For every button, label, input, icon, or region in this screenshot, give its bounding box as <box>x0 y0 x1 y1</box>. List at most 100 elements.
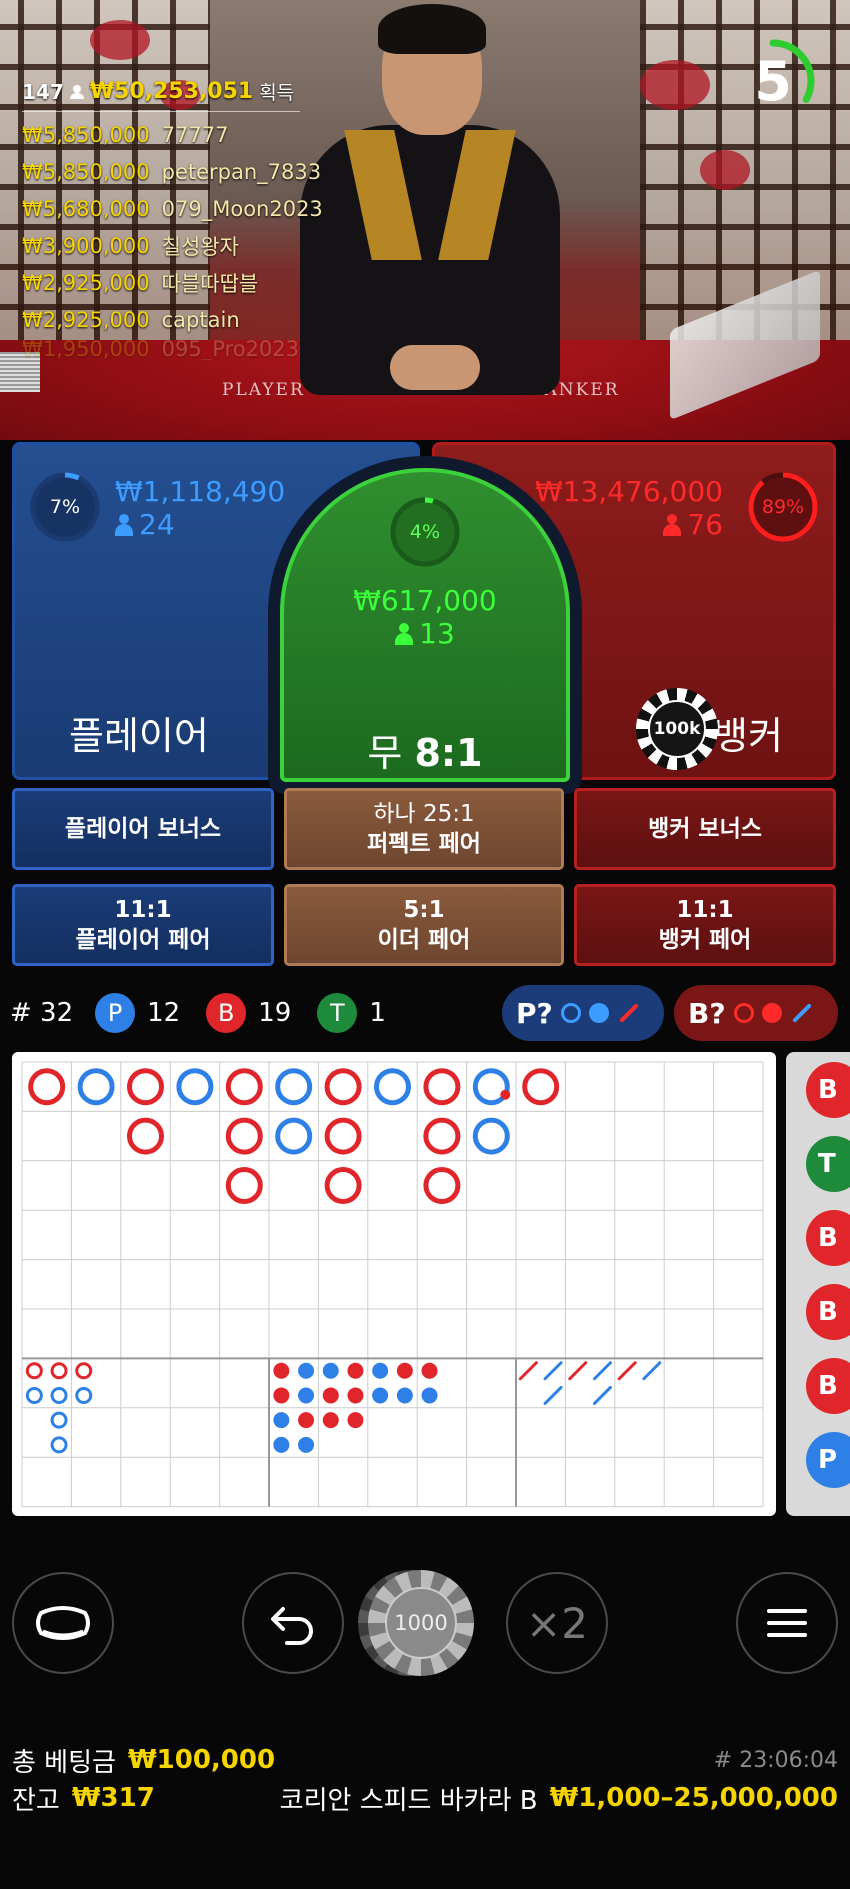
cockroach-mark <box>642 1361 662 1381</box>
blossom <box>90 20 150 60</box>
tie-dot: T <box>317 993 358 1033</box>
big-eye-boy-mark <box>25 1386 43 1404</box>
tie-amount: ₩617,000 <box>353 584 497 617</box>
winner-row: ₩3,900,000 칠성왕자 <box>22 227 323 264</box>
winner-name: 079_Moon2023 <box>161 196 323 221</box>
player-pair-odds: 11:1 <box>114 897 172 923</box>
tie-percent-ring: 4% <box>387 494 463 570</box>
cockroach-mark <box>617 1361 637 1381</box>
winner-name: captain <box>161 307 240 332</box>
small-road-mark <box>273 1362 290 1379</box>
footer-row-2: 잔고 ₩317 코리안 스피드 바카라 B ₩1,000–25,000,000 <box>12 1780 838 1816</box>
winner-name: 095_Pro2023 <box>161 338 299 360</box>
small-road-mark <box>298 1387 315 1404</box>
player-predict-label: P? <box>516 996 553 1030</box>
bet-limits: ₩1,000–25,000,000 <box>549 1783 838 1813</box>
placed-chip-value: 100k <box>648 700 706 758</box>
small-road-mark <box>396 1362 413 1379</box>
player-count: 24 <box>139 508 175 541</box>
player-wins: 12 <box>147 998 181 1028</box>
round-count: # 32 <box>10 998 74 1028</box>
winner-row: ₩5,680,000 079_Moon2023 <box>22 190 323 227</box>
perfect-pair-button[interactable]: 하나 25:1 퍼펙트 페어 <box>284 788 564 870</box>
banker-predict-label: B? <box>688 996 726 1030</box>
tie-bet-area[interactable]: 4% ₩617,000 13 무 8:1 <box>280 468 570 782</box>
total-won: ₩50,253,051 <box>89 79 254 104</box>
dot-icon <box>588 1003 609 1023</box>
banker-predict-button[interactable]: B? <box>674 985 838 1041</box>
slash-icon <box>618 1003 639 1023</box>
player-label: 플레이어 <box>69 714 209 758</box>
chip-selector[interactable]: 1000 <box>358 1570 488 1676</box>
table-view-button[interactable] <box>12 1572 114 1674</box>
chip-1000[interactable]: 1000 <box>368 1570 474 1676</box>
either-pair-odds: 5:1 <box>403 897 445 923</box>
ring-icon <box>733 1003 754 1023</box>
big-road-banker <box>127 1068 164 1106</box>
big-road-banker <box>225 1167 263 1204</box>
big-road-banker <box>423 1068 461 1106</box>
player-pair-button[interactable]: 11:1 플레이어 페어 <box>12 884 274 966</box>
player-predict-button[interactable]: P? <box>502 985 664 1041</box>
banker-pair-marker <box>500 1089 511 1100</box>
side-road-mark: B <box>806 1062 850 1118</box>
winner-row: ₩2,925,000 captain <box>22 301 323 338</box>
either-pair-button[interactable]: 5:1 이더 페어 <box>284 884 564 966</box>
player-percent: 7% <box>49 496 81 518</box>
balance-label: 잔고 <box>12 1785 60 1816</box>
small-road-mark <box>347 1387 364 1404</box>
big-road-player <box>374 1068 411 1106</box>
player-bonus-button[interactable]: 플레이어 보너스 <box>12 788 274 870</box>
round-id: # 23:06:04 <box>713 1747 838 1773</box>
small-road-mark <box>273 1436 290 1453</box>
table-icon <box>36 1606 90 1640</box>
placed-chip[interactable]: 100k <box>636 688 718 770</box>
roadmap-grid <box>21 1061 764 1508</box>
menu-button[interactable] <box>736 1572 838 1674</box>
either-pair-label: 이더 페어 <box>377 927 471 953</box>
big-road-banker <box>423 1117 461 1155</box>
big-road-banker <box>324 1117 362 1155</box>
player-stats: ₩1,118,490 24 <box>115 475 285 541</box>
perfect-pair-odds: 하나 25:1 <box>373 801 475 827</box>
player-percent-ring: 7% <box>27 469 103 545</box>
big-road-banker <box>324 1167 362 1204</box>
total-bet-value: ₩100,000 <box>127 1745 276 1775</box>
big-eye-boy-mark <box>75 1362 93 1380</box>
small-road-mark <box>347 1362 364 1379</box>
small-road-mark <box>396 1387 413 1404</box>
big-road-player <box>472 1117 510 1155</box>
winners-overlay: 147 ₩50,253,051 획득 ₩5,850,000 77777 ₩5,850… <box>22 78 323 360</box>
big-road-player <box>275 1068 313 1106</box>
winner-amount: ₩1,950,000 <box>22 338 150 360</box>
cockroach-mark <box>543 1385 563 1405</box>
banker-stats: ₩13,476,000 76 <box>535 475 723 541</box>
tie-label-main: 무 <box>367 731 403 775</box>
small-road-mark <box>273 1387 290 1404</box>
big-eye-boy-mark <box>75 1386 93 1404</box>
side-road-mark: B <box>806 1358 850 1414</box>
banker-pair-odds: 11:1 <box>676 897 734 923</box>
cockroach-mark <box>568 1361 588 1381</box>
undo-button[interactable] <box>242 1572 344 1674</box>
big-road-banker <box>324 1068 362 1106</box>
big-eye-boy-mark <box>50 1362 68 1380</box>
table-name: 코리안 스피드 바카라 B <box>279 1785 538 1816</box>
cockroach-mark <box>592 1361 612 1381</box>
banker-pair-button[interactable]: 11:1 뱅커 페어 <box>574 884 836 966</box>
banker-bonus-button[interactable]: 뱅커 보너스 <box>574 788 836 870</box>
ring-icon <box>560 1003 581 1023</box>
player-bonus-label: 플레이어 보너스 <box>64 816 222 842</box>
dot-icon <box>761 1003 782 1023</box>
person-icon <box>663 513 682 536</box>
double-label: ×2 <box>526 1598 588 1648</box>
tie-odds: 8:1 <box>414 731 483 775</box>
small-road-mark <box>322 1362 339 1379</box>
scoreboard-roadmap[interactable] <box>12 1052 776 1516</box>
big-road-player <box>275 1117 313 1155</box>
cockroach-mark <box>592 1385 612 1405</box>
undo-icon <box>271 1607 313 1645</box>
big-road-banker <box>127 1117 164 1155</box>
roadmap-side-column[interactable]: BTBBBP <box>786 1052 850 1516</box>
double-button[interactable]: ×2 <box>506 1572 608 1674</box>
